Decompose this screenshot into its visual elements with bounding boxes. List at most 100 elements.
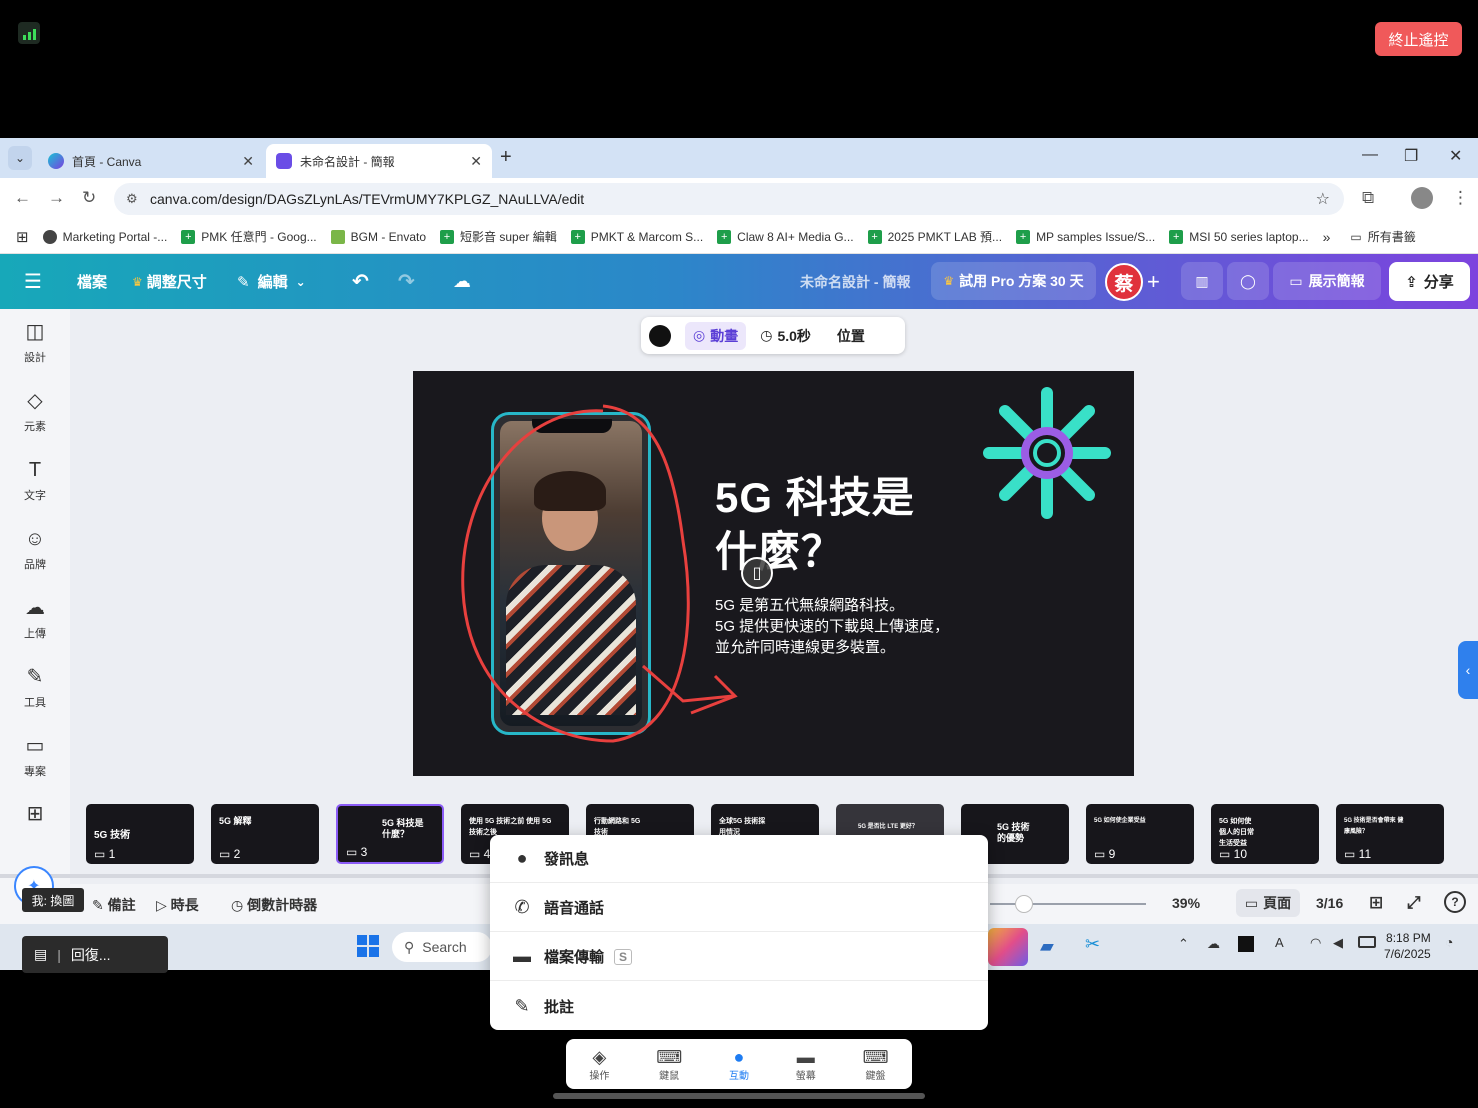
bookmark[interactable]: + MSI 50 series laptop... [1169,229,1309,244]
all-bookmarks[interactable]: ▭ 所有書籤 [1350,228,1415,245]
grid-view-icon[interactable]: ⊞ [1369,893,1383,913]
page-counter[interactable]: 3/16 [1316,895,1343,911]
resize-menu[interactable]: ♛ 調整尺寸 [132,254,207,309]
battery-icon[interactable] [1358,936,1376,948]
sidebar-item-projects[interactable]: ▭ 專案 [0,727,70,787]
duration-button[interactable]: ◷ 5.0秒 [760,326,811,346]
profile-avatar[interactable] [1411,187,1433,209]
hamburger-menu-icon[interactable]: ☰ [24,254,42,309]
notification-bell-icon[interactable]: ◔ [1445,934,1453,950]
menu-item-annotate[interactable]: ✎ 批註 [490,982,988,1030]
monitor-app-icon[interactable]: ▰ [1040,936,1054,957]
thumbnail[interactable]: 5G 解釋 ▭ 2 [211,804,319,864]
close-tab-icon[interactable]: ✕ [242,153,254,170]
cloud-saved-icon[interactable]: ☁ [453,254,471,309]
wifi-icon[interactable]: ◠ [1310,935,1321,951]
nav-interaction[interactable]: ● 互動 [729,1047,749,1082]
zoom-slider-handle[interactable] [1015,895,1033,913]
close-tab-icon[interactable]: ✕ [470,153,482,170]
timer-button[interactable]: ◷ 倒數計時器 [231,895,317,915]
tab-canva-design[interactable]: 未命名設計 - 簡報 ✕ [266,144,492,178]
more-bookmarks-icon[interactable]: » [1323,229,1331,245]
back-icon[interactable]: ← [14,188,31,208]
volume-icon[interactable]: ◀ [1333,935,1343,951]
thumbnail[interactable]: 5G 技術 ▭ 1 [86,804,194,864]
copilot-icon[interactable] [988,928,1028,966]
zoom-slider[interactable] [990,903,1146,905]
tab-canva-home[interactable]: 首頁 - Canva ✕ [38,144,264,178]
present-button[interactable]: ▭ 展示簡報 [1273,262,1381,300]
bookmark[interactable]: + Claw 8 AI+ Media G... [717,229,854,244]
zoom-level[interactable]: 39% [1172,895,1200,911]
bookmark[interactable]: +2025 PMKT LAB 預... [867,228,1002,245]
thumbnail[interactable]: 5G 技術是否會帶來 健康風險？ ▭ 11 [1336,804,1444,864]
color-swatch[interactable] [649,324,671,347]
thumbnail-selected[interactable]: 5G 科技是什麼？ ▭ 3 [336,804,444,864]
site-settings-icon[interactable]: ⚙ [126,191,138,207]
animate-button[interactable]: ◎ 動畫 [685,321,747,350]
document-title[interactable]: 未命名設計 - 簡報 [800,254,910,309]
sidebar-item-brand[interactable]: ☺ 品牌 [0,520,70,580]
sidebar-item-design[interactable]: ◫ 設計 [0,313,70,373]
snipping-tool-icon[interactable]: ✂ [1085,934,1100,955]
nav-keyboard[interactable]: ⌨ 鍵盤 [863,1047,889,1082]
nav-keyboard-mouse[interactable]: ⌨ 鍵鼠 [656,1047,682,1082]
clock[interactable]: 8:18 PM 7/6/2025 [1384,930,1431,962]
minimize-icon[interactable]: — [1362,146,1378,164]
duration-toggle[interactable]: ▷ 時長 [156,895,199,915]
fullscreen-icon[interactable]: ⤢ [1407,893,1421,913]
more-menu-icon[interactable]: ⋮ [1452,188,1469,208]
edit-menu[interactable]: ✎ 編輯 ⌄ [237,254,306,309]
nav-screen[interactable]: ▬ 螢幕 [796,1047,816,1082]
star-icon[interactable]: ☆ [1316,189,1330,209]
file-menu[interactable]: 檔案 [77,254,107,309]
windows-start-icon[interactable] [357,935,379,957]
slide-body-text[interactable]: 5G 是第五代無線網路科技。 5G 提供更快速的下載與上傳速度， 並允許同時連線… [715,595,949,658]
redo-icon[interactable]: ↷ [398,254,415,309]
undo-icon[interactable]: ↶ [352,254,369,309]
apps-icon[interactable]: ⊞ [0,797,70,837]
reply-toast[interactable]: ▤ | 回復... [22,936,168,973]
apps-icon[interactable]: ⊞ [16,228,29,246]
try-pro-button[interactable]: ♛ 試用 Pro 方案 30 天 [931,262,1096,300]
onedrive-icon[interactable]: ☁ [1207,936,1220,952]
position-button[interactable]: 位置 [837,326,865,346]
help-icon[interactable]: ? [1444,891,1466,913]
menu-item-voice-call[interactable]: ✆ 語音通話 [490,884,988,932]
restore-icon[interactable]: ❐ [1404,146,1418,166]
bookmark[interactable]: + 短影音 super 編輯 [440,228,557,245]
tray-overflow-icon[interactable]: ⌃ [1178,936,1189,952]
bookmark[interactable]: BGM - Envato [330,229,426,244]
sidebar-item-text[interactable]: T 文字 [0,451,70,511]
page-view-button[interactable]: ▭ 頁面 [1236,889,1300,917]
notes-button[interactable]: ✎ 備註 [92,895,136,915]
side-panel-tab[interactable]: ‹ [1458,641,1478,699]
tab-search-icon[interactable]: ⌄ [8,146,32,170]
user-avatar[interactable]: 蔡 [1105,263,1143,301]
taskbar-search[interactable]: ⚲ Search [392,932,492,962]
3d-star-graphic[interactable] [981,385,1113,521]
comment-icon[interactable]: ◯ [1227,262,1269,300]
stop-remote-button[interactable]: 終止遙控 [1375,22,1462,56]
reload-icon[interactable]: ↻ [82,188,96,208]
sidebar-item-elements[interactable]: ◇ 元素 [0,382,70,442]
new-tab-icon[interactable]: + [500,146,512,169]
menu-item-message[interactable]: ● 發訊息 [490,835,988,883]
bookmark[interactable]: + MP samples Issue/S... [1016,229,1155,244]
menu-item-file-transfer[interactable]: ▬ 檔案傳輸 S [490,933,988,981]
slide-canvas[interactable]: 5G 科技是 什麼？ ▯ 5G 是第五代無線網路科技。 5G 提供更快速的下載與… [413,371,1134,776]
share-button[interactable]: ⇪ 分享 [1389,262,1470,301]
nav-operations[interactable]: ◈ 操作 [589,1047,609,1082]
url-bar[interactable]: ⚙ canva.com/design/DAGsZLynLAs/TEVrmUMY7… [114,183,1344,215]
sidebar-item-tools[interactable]: ✎ 工具 [0,658,70,718]
extensions-icon[interactable]: ⧉ [1362,188,1374,208]
add-collaborator-icon[interactable]: + [1147,254,1160,309]
forward-icon[interactable]: → [48,188,65,208]
bookmark[interactable]: + PMK 任意門 - Goog... [181,228,317,245]
sidebar-item-upload[interactable]: ☁ 上傳 [0,589,70,649]
close-window-icon[interactable]: ✕ [1449,146,1462,166]
thumbnail[interactable]: 5G 如何使企業受益 ▭ 9 [1086,804,1194,864]
analytics-icon[interactable]: ▥ [1181,262,1223,300]
bookmark[interactable]: + PMKT & Marcom S... [570,229,703,244]
thumbnail[interactable]: 5G 如何使 個人的日常 生活受益 ▭ 10 [1211,804,1319,864]
